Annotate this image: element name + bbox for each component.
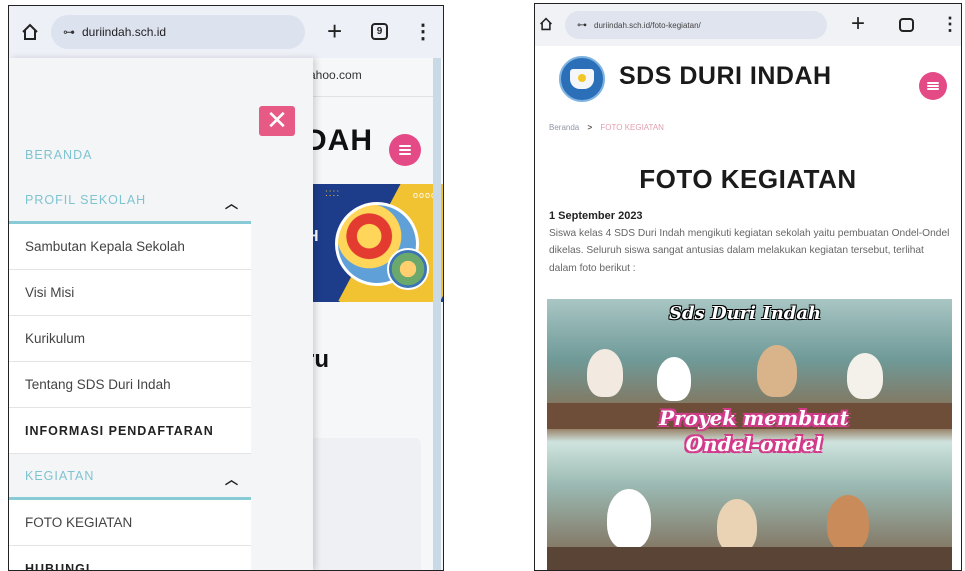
hamburger-menu-button[interactable] — [389, 134, 421, 166]
menu-item-label: BERANDA — [25, 148, 93, 162]
menu-item-label: PROFIL SEKOLAH — [25, 192, 147, 207]
page-title: FOTO KEGIATAN — [639, 164, 857, 194]
logo-star-icon — [578, 74, 586, 82]
left-screenshot: ⊶ duriindah.sch.id + 9 ⋮ yahoo.com DAH :… — [8, 5, 444, 571]
post-date: 1 September 2023 — [549, 210, 643, 222]
menu-item-profil-sekolah[interactable]: PROFIL SEKOLAH ︿ — [9, 178, 251, 224]
new-tab-button[interactable]: + — [851, 12, 865, 36]
banner-pattern: :::: — [325, 188, 341, 199]
site-settings-icon[interactable]: ⊶ — [63, 25, 75, 39]
breadcrumb: Beranda > FOTO KEGIATAN — [549, 123, 664, 132]
browser-toolbar: ⊶ duriindah.sch.id/foto-kegiatan/ + ⋮ — [535, 4, 961, 46]
address-bar[interactable]: ⊶ duriindah.sch.id/foto-kegiatan/ — [565, 11, 827, 39]
menu-item-label: KEGIATAN — [25, 468, 95, 483]
menu-item-label: Visi Misi — [25, 285, 75, 300]
photo-caption-middle: Proyek membuat Ondel-ondel — [659, 406, 849, 456]
content-card — [309, 438, 421, 570]
new-tab-button[interactable]: + — [327, 18, 342, 44]
breadcrumb-home-link[interactable]: Beranda — [549, 123, 579, 132]
divider — [304, 96, 433, 97]
photo-caption-top: Sds Duri Indah — [669, 303, 822, 324]
menu-item-kurikulum[interactable]: Kurikulum — [9, 316, 251, 362]
tab-switcher-button[interactable] — [899, 18, 914, 32]
url-text: duriindah.sch.id/foto-kegiatan/ — [594, 20, 701, 30]
menu-item-beranda[interactable]: BERANDA — [9, 132, 251, 178]
browser-toolbar: ⊶ duriindah.sch.id + 9 ⋮ — [9, 6, 443, 58]
close-drawer-button[interactable]: ✕ — [259, 106, 295, 136]
post-text: Siswa kelas 4 SDS Duri Indah mengikuti k… — [549, 228, 950, 274]
photo-desk — [547, 547, 952, 570]
breadcrumb-separator-icon: > — [587, 123, 593, 132]
home-icon[interactable] — [539, 17, 553, 31]
right-screenshot: ⊶ duriindah.sch.id/foto-kegiatan/ + ⋮ SD… — [534, 3, 962, 571]
menu-item-informasi-pendaftaran[interactable]: INFORMASI PENDAFTARAN — [9, 408, 251, 454]
photo-figure — [587, 349, 623, 397]
menu-item-label: FOTO KEGIATAN — [25, 515, 133, 530]
menu-item-label: HUBUNGI — [25, 561, 91, 571]
tab-switcher-button[interactable]: 9 — [371, 23, 388, 40]
menu-item-hubungi[interactable]: HUBUNGI — [9, 546, 251, 571]
site-title-fragment: DAH — [305, 124, 373, 157]
chevron-up-icon[interactable]: ︿ — [225, 469, 239, 488]
hero-banner: :::: oooo H — [305, 184, 443, 302]
school-logo[interactable] — [559, 56, 605, 102]
photo-figure — [757, 345, 797, 397]
photo-figure — [847, 353, 883, 399]
hamburger-menu-button[interactable] — [919, 72, 947, 100]
breadcrumb-current: FOTO KEGIATAN — [600, 123, 664, 132]
browser-menu-button[interactable]: ⋮ — [413, 22, 433, 42]
photo-figure — [607, 489, 651, 549]
menu-item-sambutan[interactable]: Sambutan Kepala Sekolah — [9, 224, 251, 270]
banner-photo-small — [387, 248, 429, 290]
photo-figure — [827, 495, 869, 551]
photo-figure — [717, 499, 757, 553]
home-icon[interactable] — [21, 23, 39, 41]
menu-item-label: Tentang SDS Duri Indah — [25, 377, 171, 392]
menu-item-label: Kurikulum — [25, 331, 86, 346]
url-text: duriindah.sch.id — [82, 25, 167, 39]
photo-figure — [657, 357, 691, 401]
menu-item-kegiatan[interactable]: KEGIATAN ︿ — [9, 454, 251, 500]
menu-item-label: INFORMASI PENDAFTARAN — [25, 423, 214, 438]
chevron-up-icon[interactable]: ︿ — [225, 193, 239, 212]
browser-menu-button[interactable]: ⋮ — [941, 15, 959, 33]
site-title[interactable]: SDS DURI INDAH — [619, 62, 832, 91]
page-edge — [433, 58, 441, 570]
activity-photo: Sds Duri Indah Proyek membuat Ondel-onde… — [547, 299, 952, 570]
menu-item-visi-misi[interactable]: Visi Misi — [9, 270, 251, 316]
menu-item-tentang[interactable]: Tentang SDS Duri Indah — [9, 362, 251, 408]
navigation-drawer: ✕ BERANDA PROFIL SEKOLAH ︿ Sambutan Kepa… — [9, 58, 313, 570]
menu-item-label: Sambutan Kepala Sekolah — [25, 239, 185, 254]
menu-item-foto-kegiatan[interactable]: FOTO KEGIATAN — [9, 500, 251, 546]
site-header: SDS DURI INDAH — [535, 46, 961, 112]
site-settings-icon[interactable]: ⊶ — [577, 20, 587, 31]
address-bar[interactable]: ⊶ duriindah.sch.id — [51, 15, 305, 49]
drawer-menu: BERANDA PROFIL SEKOLAH ︿ Sambutan Kepala… — [9, 132, 251, 571]
